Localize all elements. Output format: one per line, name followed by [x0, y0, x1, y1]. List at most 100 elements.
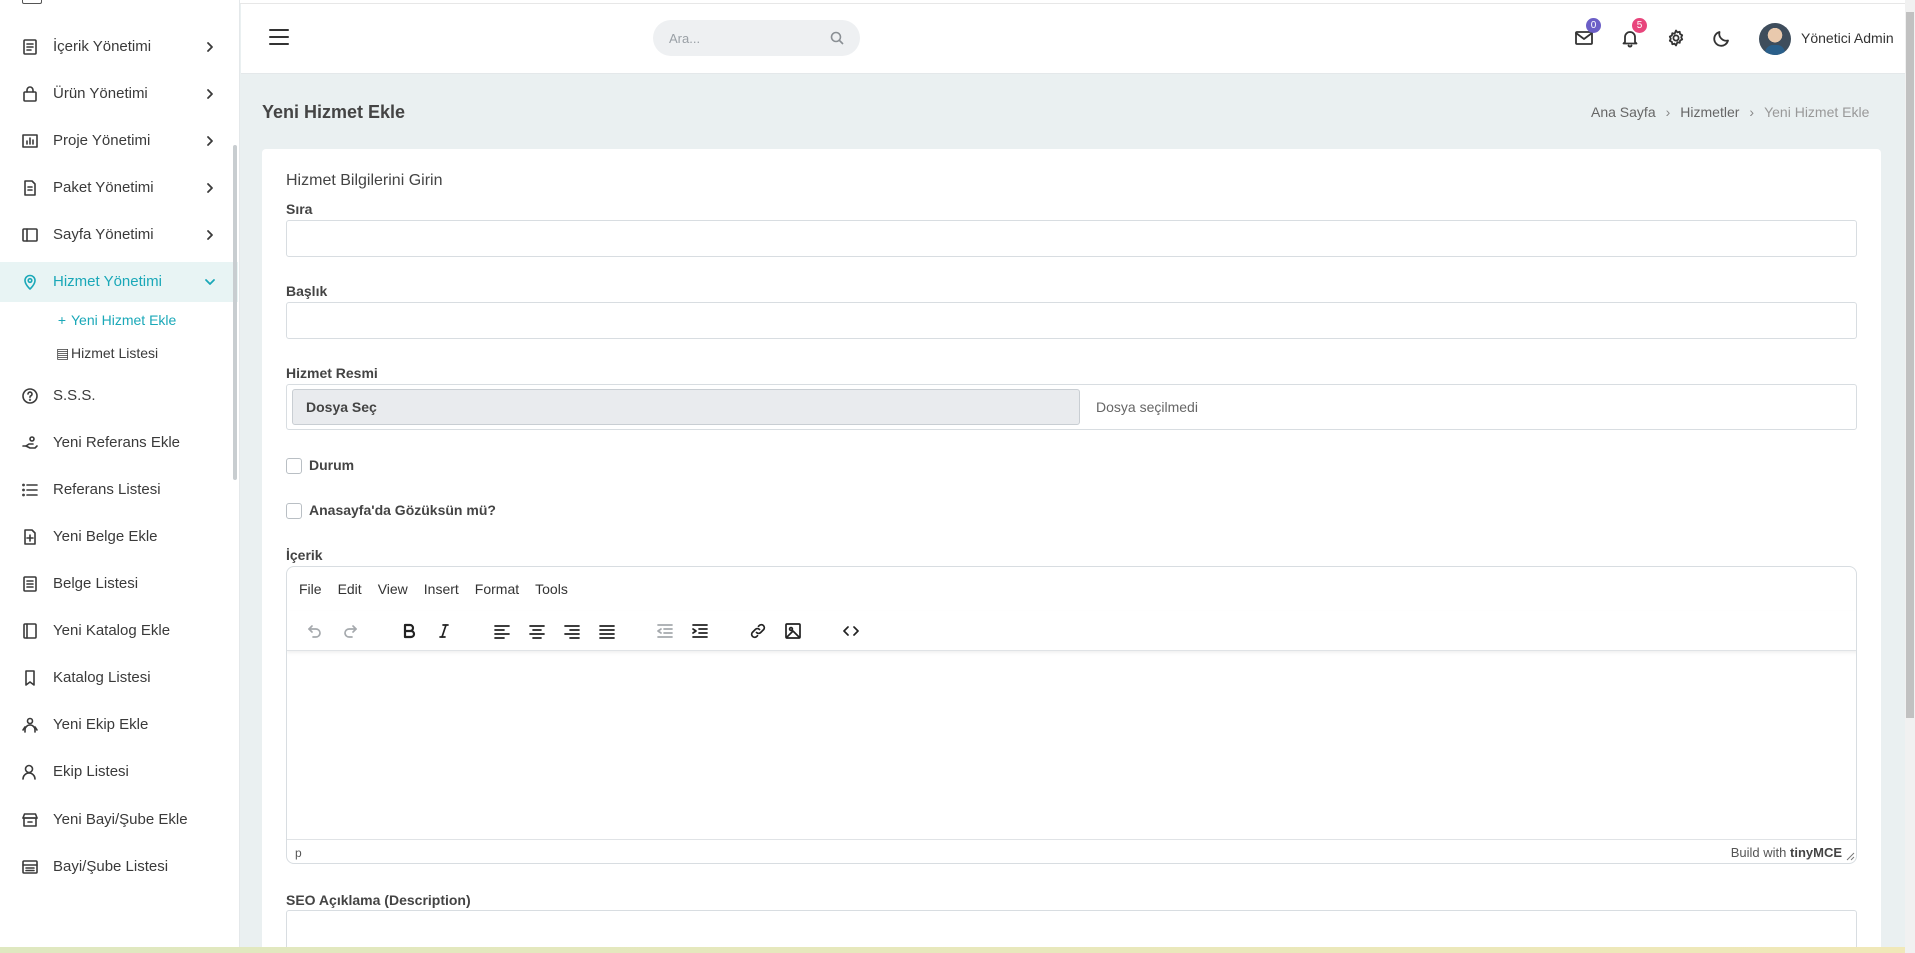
avatar[interactable]: [1759, 23, 1791, 55]
user-name[interactable]: Yönetici Admin: [1801, 30, 1894, 46]
sidebar-item-label: Hizmet Yönetimi: [53, 273, 162, 290]
search-input[interactable]: [669, 28, 819, 48]
menu-view[interactable]: View: [378, 581, 408, 599]
align-center-button[interactable]: [525, 620, 549, 642]
redo-button[interactable]: [339, 620, 363, 642]
source-code-button[interactable]: [839, 620, 863, 642]
sidebar-item-sss[interactable]: S.S.S.: [0, 376, 238, 416]
align-center-icon: [529, 625, 545, 639]
hizmet-resmi-label: Hizmet Resmi: [286, 365, 378, 381]
file-input[interactable]: Dosya Seç Dosya seçilmedi: [286, 384, 1857, 430]
sidebar-item-yeni-referans-ekle[interactable]: Yeni Referans Ekle: [0, 423, 238, 463]
sidebar-item-proje-yonetimi[interactable]: Proje Yönetimi: [0, 121, 238, 161]
sidebar-item-label: Proje Yönetimi: [53, 132, 151, 149]
sidebar-item-label: Paket Yönetimi: [53, 179, 154, 196]
topbar: 0 5 Yönetici Admin: [241, 4, 1905, 74]
code-icon: [843, 626, 859, 636]
sidebar-item-referans-listesi[interactable]: Referans Listesi: [0, 470, 238, 510]
sidebar-item-yeni-bayi-sube-ekle[interactable]: Yeni Bayi/Şube Ekle: [0, 800, 238, 840]
page-scrollbar-thumb[interactable]: [1906, 12, 1914, 718]
sidebar-item-urun-yonetimi[interactable]: Ürün Yönetimi: [0, 74, 238, 114]
outdent-button[interactable]: [653, 620, 677, 642]
indent-button[interactable]: [688, 620, 712, 642]
page-title: Yeni Hizmet Ekle: [262, 102, 406, 122]
baslik-label: Başlık: [286, 283, 328, 299]
sidebar-item-label: Referans Listesi: [53, 481, 161, 498]
sidebar-item-yeni-katalog-ekle[interactable]: Yeni Katalog Ekle: [0, 611, 238, 651]
chevron-down-icon: [203, 275, 217, 289]
choose-file-button[interactable]: Dosya Seç: [292, 389, 1080, 425]
settings-button[interactable]: [1666, 28, 1688, 50]
baslik-input[interactable]: [286, 302, 1857, 339]
menu-edit[interactable]: Edit: [338, 581, 362, 599]
clipped-menu-icon: [22, 0, 42, 4]
hamburger-menu-button[interactable]: [269, 28, 289, 46]
sidebar-subitem-hizmet-listesi[interactable]: ▤ Hizmet Listesi: [56, 345, 158, 362]
link-icon: [750, 623, 766, 639]
file-status: Dosya seçilmedi: [1096, 399, 1198, 415]
align-right-button[interactable]: [560, 620, 584, 642]
sidebar-item-yeni-belge-ekle[interactable]: Yeni Belge Ekle: [0, 517, 238, 557]
anasayfa-label[interactable]: Anasayfa'da Gözüksün mü?: [309, 502, 496, 518]
icerik-label: İçerik: [286, 547, 323, 563]
durum-label[interactable]: Durum: [309, 457, 354, 473]
sidebar-item-label: Ekip Listesi: [53, 763, 129, 780]
italic-icon: [439, 624, 449, 638]
notification-count-badge: 5: [1632, 18, 1647, 33]
sidebar-scrollbar[interactable]: [233, 145, 237, 480]
dark-mode-toggle[interactable]: [1712, 28, 1734, 50]
chevron-right-icon: [203, 40, 217, 54]
undo-button[interactable]: [302, 620, 326, 642]
layout-icon: [21, 226, 39, 244]
bold-button[interactable]: [397, 620, 421, 642]
sidebar-item-label: Bayi/Şube Listesi: [53, 858, 169, 875]
sidebar-item-icerik-yonetimi[interactable]: İçerik Yönetimi: [0, 27, 238, 67]
sira-label: Sıra: [286, 201, 313, 217]
resize-handle-icon[interactable]: [1845, 851, 1855, 861]
brand-name: tinyMCE: [1790, 845, 1842, 860]
menu-file[interactable]: File: [299, 581, 322, 599]
durum-checkbox[interactable]: [286, 458, 302, 474]
sidebar-item-ekip-listesi[interactable]: Ekip Listesi: [0, 752, 238, 792]
image-button[interactable]: [781, 620, 805, 642]
form-title: Hizmet Bilgilerini Girin: [286, 172, 443, 189]
sidebar-item-hizmet-yonetimi[interactable]: Hizmet Yönetimi: [0, 262, 238, 302]
editor-menubar: File Edit View Insert Format Tools: [299, 581, 584, 599]
sira-input[interactable]: [286, 220, 1857, 257]
element-path[interactable]: p: [295, 846, 302, 860]
sidebar-subitem-label: Yeni Hizmet Ekle: [71, 312, 177, 328]
menu-tools[interactable]: Tools: [535, 581, 568, 599]
breadcrumb-services-link[interactable]: Hizmetler: [1680, 104, 1739, 120]
sidebar-item-label: Belge Listesi: [53, 575, 139, 592]
chevron-right-icon: ›: [1749, 104, 1755, 120]
mail-button[interactable]: 0: [1574, 18, 1601, 50]
breadcrumb-current: Yeni Hizmet Ekle: [1764, 104, 1870, 120]
menu-format[interactable]: Format: [475, 581, 519, 599]
sidebar-item-label: Sayfa Yönetimi: [53, 226, 154, 243]
sidebar-item-yeni-ekip-ekle[interactable]: Yeni Ekip Ekle: [0, 705, 238, 745]
sidebar-item-katalog-listesi[interactable]: Katalog Listesi: [0, 658, 238, 698]
file-plus-icon: [21, 528, 39, 546]
editor-toolbar: [287, 611, 1856, 651]
help-circle-icon: [21, 387, 39, 405]
link-button[interactable]: [746, 620, 770, 642]
notification-button[interactable]: 5: [1620, 18, 1647, 50]
sidebar-item-belge-listesi[interactable]: Belge Listesi: [0, 564, 238, 604]
service-form-card: Hizmet Bilgilerini Girin Sıra Başlık Hiz…: [262, 149, 1881, 953]
align-left-button[interactable]: [490, 620, 514, 642]
editor-content-area[interactable]: [287, 653, 1856, 839]
align-justify-button[interactable]: [595, 620, 619, 642]
team-icon: [21, 716, 39, 734]
search-icon[interactable]: [830, 31, 844, 45]
editor-branding[interactable]: Build with tinyMCE: [1731, 845, 1842, 860]
sidebar-item-paket-yonetimi[interactable]: Paket Yönetimi: [0, 168, 238, 208]
align-justify-icon: [599, 625, 615, 639]
breadcrumb-home-link[interactable]: Ana Sayfa: [1591, 104, 1656, 120]
sidebar-subitem-yeni-hizmet-ekle[interactable]: + Yeni Hizmet Ekle: [56, 312, 176, 328]
menu-insert[interactable]: Insert: [424, 581, 459, 599]
anasayfa-checkbox[interactable]: [286, 503, 302, 519]
italic-button[interactable]: [432, 620, 456, 642]
sidebar-item-bayi-sube-listesi[interactable]: Bayi/Şube Listesi: [0, 847, 238, 887]
sidebar-item-sayfa-yonetimi[interactable]: Sayfa Yönetimi: [0, 215, 238, 255]
sidebar-subitem-label: Hizmet Listesi: [71, 345, 159, 361]
